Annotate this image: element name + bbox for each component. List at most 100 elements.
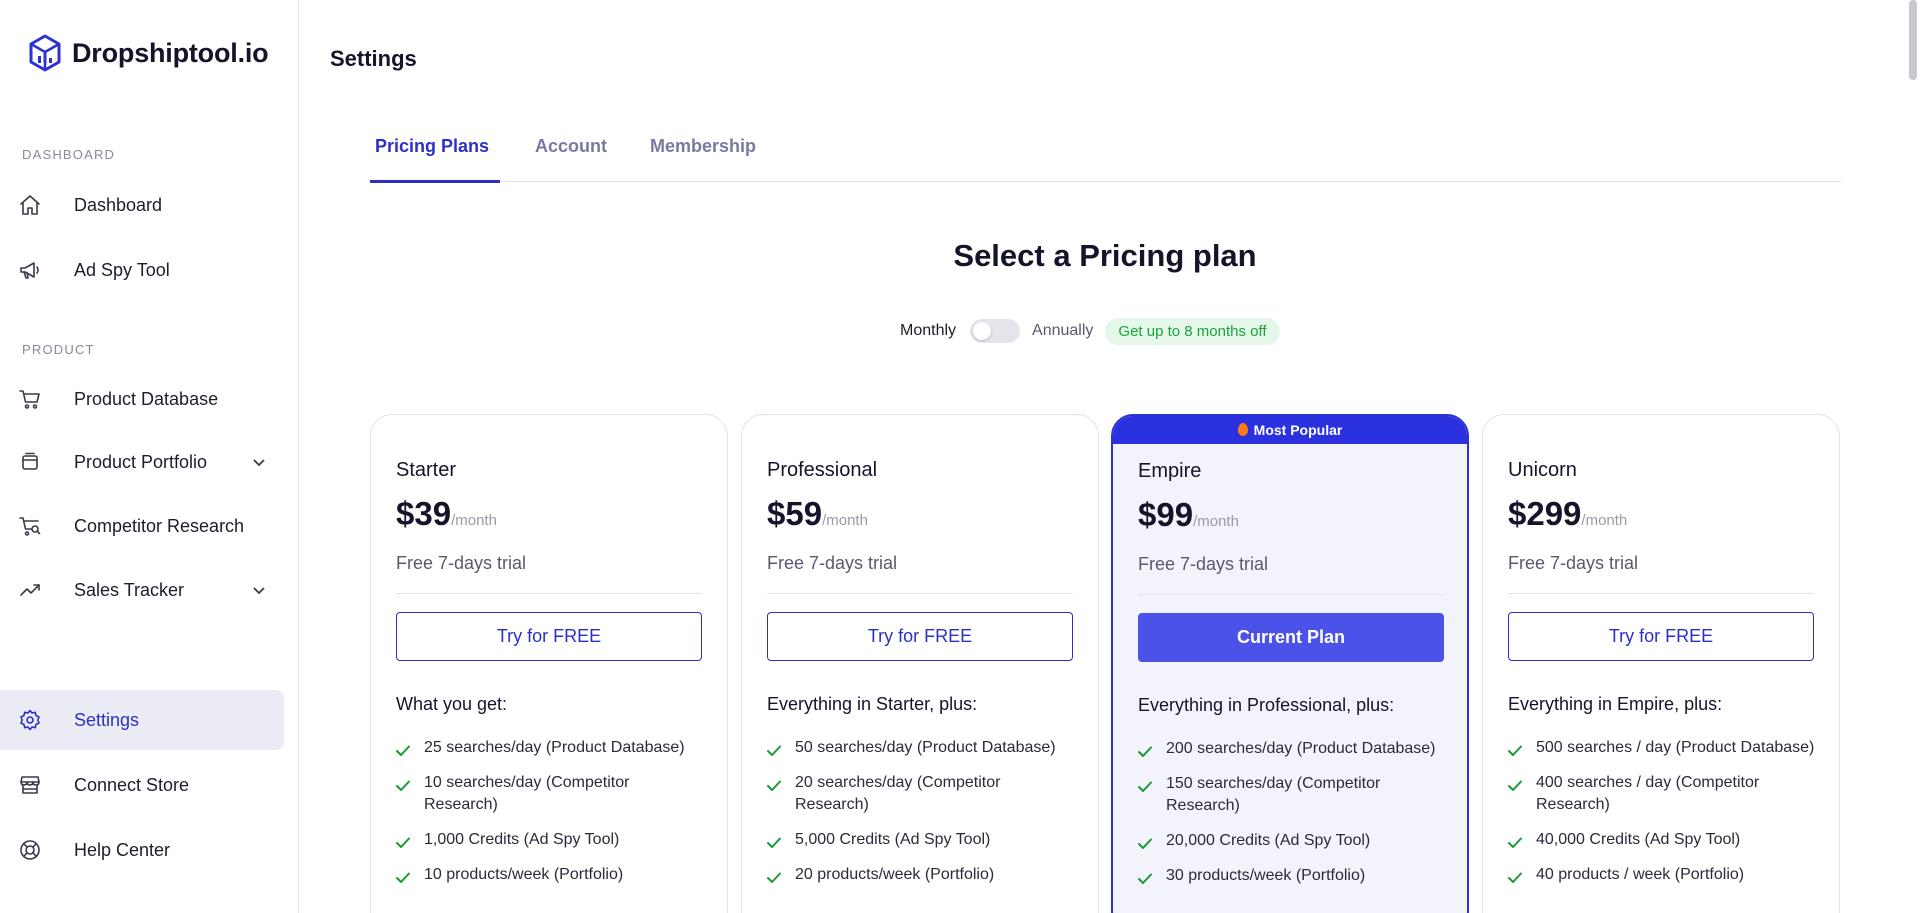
plan-price: $59/month [767, 495, 868, 533]
sidebar-item-sales-tracker[interactable]: Sales Tracker [0, 560, 284, 620]
plan-name: Starter [396, 459, 457, 481]
feature-item: 5,000 Credits (Ad Spy Tool) [767, 829, 1077, 851]
feature-list: 50 searches/day (Product Database) 20 se… [767, 737, 1077, 899]
plan-trial: Free 7-days trial [1138, 554, 1269, 574]
sidebar-item-competitor-research[interactable]: Competitor Research [0, 496, 284, 556]
feature-text: 40 products / week (Portfolio) [1536, 866, 1745, 883]
plan-card-unicorn: Unicorn $299/month Free 7-days trial Try… [1482, 414, 1840, 913]
feature-item: 400 searches / day (Competitor Research) [1508, 772, 1818, 816]
feature-text: 20 searches/day (Competitor Research) [795, 774, 1001, 813]
sidebar-item-label: Product Portfolio [74, 451, 208, 472]
home-icon [18, 193, 42, 217]
feature-item: 50 searches/day (Product Database) [767, 737, 1077, 759]
sidebar-item-product-database[interactable]: Product Database [0, 369, 284, 429]
price-amount: $39 [396, 495, 452, 532]
annually-label: Annually [1032, 322, 1094, 339]
sidebar-item-dashboard[interactable]: Dashboard [0, 175, 284, 235]
page-title: Settings [330, 46, 417, 71]
feature-item: 40,000 Credits (Ad Spy Tool) [1508, 829, 1818, 851]
check-icon [396, 742, 410, 756]
feature-item: 1,000 Credits (Ad Spy Tool) [396, 829, 706, 851]
sidebar-item-label: Settings [74, 709, 140, 730]
tab-bar: Pricing Plans Account Membership [370, 128, 1841, 183]
tab-account[interactable]: Account [535, 136, 607, 157]
most-popular-label: Most Popular [1253, 422, 1343, 438]
brand-name: Dropshiptool.io [72, 37, 269, 68]
check-icon [1138, 778, 1152, 792]
plan-price: $99/month [1138, 496, 1239, 534]
price-amount: $99 [1138, 496, 1194, 533]
active-tab-indicator [370, 180, 500, 183]
try-for-free-button[interactable]: Try for FREE [1508, 612, 1814, 661]
box-icon [18, 450, 42, 474]
monthly-label: Monthly [900, 322, 957, 339]
feature-text: 5,000 Credits (Ad Spy Tool) [795, 831, 991, 848]
toggle-knob [973, 322, 992, 340]
feature-text: 10 searches/day (Competitor Research) [424, 774, 630, 813]
try-for-free-button[interactable]: Try for FREE [767, 612, 1073, 661]
feature-item: 20 searches/day (Competitor Research) [767, 772, 1077, 816]
tab-membership[interactable]: Membership [650, 136, 756, 157]
tab-pricing-plans[interactable]: Pricing Plans [375, 136, 489, 157]
feature-text: 1,000 Credits (Ad Spy Tool) [424, 831, 620, 848]
current-plan-button[interactable]: Current Plan [1138, 613, 1444, 662]
feature-item: 200 searches/day (Product Database) [1138, 738, 1448, 760]
feature-item: 10 products/week (Portfolio) [396, 864, 706, 886]
feature-text: 400 searches / day (Competitor Research) [1536, 774, 1760, 813]
feature-text: 150 searches/day (Competitor Research) [1166, 775, 1381, 814]
check-icon [1508, 742, 1522, 756]
sidebar-item-product-portfolio[interactable]: Product Portfolio [0, 432, 284, 492]
feature-list: 25 searches/day (Product Database) 10 se… [396, 737, 706, 899]
logo-cube-icon [29, 34, 61, 72]
feature-text: 25 searches/day (Product Database) [424, 739, 685, 756]
plan-trial: Free 7-days trial [1508, 553, 1639, 573]
feature-item: 40 products / week (Portfolio) [1508, 864, 1818, 886]
feature-text: 40,000 Credits (Ad Spy Tool) [1536, 831, 1741, 848]
plan-trial: Free 7-days trial [767, 553, 898, 573]
check-icon [396, 834, 410, 848]
card-divider [396, 593, 702, 594]
billing-period-toggle[interactable] [970, 319, 1021, 343]
scrollbar-thumb[interactable] [1909, 0, 1917, 80]
lifebuoy-icon [18, 838, 42, 862]
vertical-scrollbar[interactable] [1905, 0, 1920, 913]
feature-text: 20,000 Credits (Ad Spy Tool) [1166, 832, 1371, 849]
price-period: /month [1581, 512, 1628, 529]
feature-list: 500 searches / day (Product Database) 40… [1508, 737, 1818, 899]
check-icon [396, 777, 410, 791]
price-amount: $59 [767, 495, 823, 532]
sidebar-item-settings[interactable]: Settings [0, 690, 284, 750]
card-divider [1508, 593, 1814, 594]
check-icon [767, 742, 781, 756]
card-divider [767, 593, 1073, 594]
check-icon [396, 869, 410, 883]
sidebar-item-label: Help Center [74, 839, 171, 860]
feature-item: 20,000 Credits (Ad Spy Tool) [1138, 830, 1448, 852]
features-heading: Everything in Empire, plus: [1508, 694, 1723, 714]
features-heading: Everything in Professional, plus: [1138, 695, 1395, 715]
feature-item: 500 searches / day (Product Database) [1508, 737, 1818, 759]
plan-trial: Free 7-days trial [396, 553, 527, 573]
feature-text: 200 searches/day (Product Database) [1166, 740, 1436, 757]
check-icon [767, 777, 781, 791]
cart-icon [18, 387, 42, 411]
brand-logo[interactable]: Dropshiptool.io [28, 34, 269, 72]
trend-icon [18, 578, 42, 602]
sidebar-item-connect-store[interactable]: Connect Store [0, 755, 284, 815]
sidebar-item-label: Connect Store [74, 774, 190, 795]
features-heading: What you get: [396, 694, 508, 714]
try-for-free-button[interactable]: Try for FREE [396, 612, 702, 661]
chevron-down-icon[interactable] [250, 453, 268, 471]
fire-icon [1237, 423, 1248, 436]
features-heading: Everything in Starter, plus: [767, 694, 978, 714]
feature-text: 10 products/week (Portfolio) [424, 866, 624, 883]
check-icon [1138, 835, 1152, 849]
check-icon [1138, 743, 1152, 757]
store-icon [18, 773, 42, 797]
chevron-down-icon[interactable] [250, 581, 268, 599]
check-icon [1508, 834, 1522, 848]
plan-card-professional: Professional $59/month Free 7-days trial… [741, 414, 1099, 913]
check-icon [1508, 777, 1522, 791]
sidebar-item-help-center[interactable]: Help Center [0, 820, 284, 880]
sidebar-item-label: Competitor Research [74, 515, 245, 536]
